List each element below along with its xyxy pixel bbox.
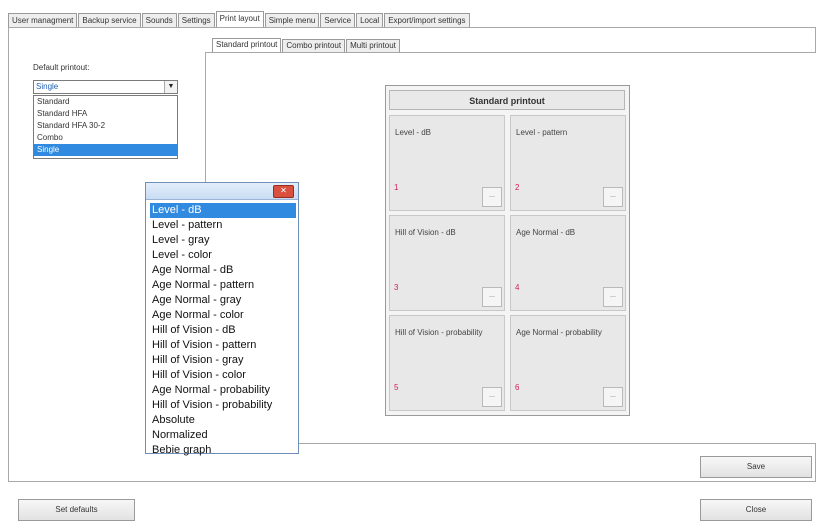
slot-browse-button[interactable]: ... <box>603 287 623 307</box>
set-defaults-button[interactable]: Set defaults <box>18 499 135 521</box>
printout-element-picker: ✕ Level - dB Level - pattern Level - gra… <box>145 182 299 456</box>
slot-browse-button[interactable]: ... <box>482 287 502 307</box>
dropdown-option-selected[interactable]: Single <box>34 144 177 156</box>
slot-number: 5 <box>394 383 399 392</box>
slot-number: 6 <box>515 383 520 392</box>
printout-tab-strip: Standard printout Combo printout Multi p… <box>212 38 401 53</box>
tab-multi-printout[interactable]: Multi printout <box>346 39 400 52</box>
layout-slot-2[interactable]: Level - pattern 2 ... <box>510 115 626 211</box>
layout-slot-4[interactable]: Age Normal - dB 4 ... <box>510 215 626 311</box>
slot-number: 1 <box>394 183 399 192</box>
list-item[interactable]: Hill of Vision - color <box>150 368 296 383</box>
tab-export-import-settings[interactable]: Export/import settings <box>384 13 470 28</box>
layout-slot-1[interactable]: Level - dB 1 ... <box>389 115 505 211</box>
printout-layout-title: Standard printout <box>389 90 625 110</box>
list-item[interactable]: Age Normal - pattern <box>150 278 296 293</box>
list-item[interactable]: Age Normal - color <box>150 308 296 323</box>
tab-service[interactable]: Service <box>320 13 356 28</box>
slot-number: 2 <box>515 183 520 192</box>
slot-name: Level - dB <box>395 128 432 137</box>
slot-name: Hill of Vision - dB <box>395 228 456 237</box>
tab-user-management[interactable]: User managment <box>8 13 78 28</box>
dropdown-option[interactable]: Standard HFA <box>34 108 177 120</box>
list-item[interactable]: Absolute <box>150 413 296 428</box>
slot-name: Age Normal - dB <box>516 228 576 237</box>
tab-standard-printout[interactable]: Standard printout <box>212 38 282 53</box>
slot-number: 4 <box>515 283 520 292</box>
list-item-selected[interactable]: Level - dB <box>150 203 296 218</box>
list-item[interactable]: Age Normal - gray <box>150 293 296 308</box>
list-item[interactable]: Level - gray <box>150 233 296 248</box>
list-item[interactable]: Hill of Vision - dB <box>150 323 296 338</box>
slot-name: Age Normal - probability <box>516 328 602 337</box>
list-item[interactable]: Bebie graph <box>150 443 296 458</box>
close-icon[interactable]: ✕ <box>273 185 294 198</box>
tab-combo-printout[interactable]: Combo printout <box>282 39 346 52</box>
dropdown-option[interactable]: Standard HFA 30-2 <box>34 120 177 132</box>
list-item[interactable]: Age Normal - probability <box>150 383 296 398</box>
slot-browse-button[interactable]: ... <box>482 187 502 207</box>
tab-settings[interactable]: Settings <box>177 13 215 28</box>
close-button[interactable]: Close <box>700 499 812 521</box>
tab-backup-service[interactable]: Backup service <box>78 13 141 28</box>
list-item[interactable]: Normalized <box>150 428 296 443</box>
tab-sounds[interactable]: Sounds <box>141 13 177 28</box>
list-item[interactable]: Age Normal - dB <box>150 263 296 278</box>
layout-slot-6[interactable]: Age Normal - probability 6 ... <box>510 315 626 411</box>
layout-slot-5[interactable]: Hill of Vision - probability 5 ... <box>389 315 505 411</box>
slot-browse-button[interactable]: ... <box>482 387 502 407</box>
default-printout-options: Standard Standard HFA Standard HFA 30-2 … <box>33 95 178 159</box>
main-tab-strip: User managment Backup service Sounds Set… <box>8 10 471 29</box>
list-item[interactable]: Level - color <box>150 248 296 263</box>
tab-local[interactable]: Local <box>356 13 384 28</box>
list-item[interactable]: Hill of Vision - probability <box>150 398 296 413</box>
slot-name: Level - pattern <box>516 128 568 137</box>
picker-titlebar[interactable]: ✕ <box>146 183 298 200</box>
layout-slot-3[interactable]: Hill of Vision - dB 3 ... <box>389 215 505 311</box>
dropdown-option[interactable]: Standard <box>34 96 177 108</box>
slot-browse-button[interactable]: ... <box>603 187 623 207</box>
list-item[interactable]: Hill of Vision - gray <box>150 353 296 368</box>
slot-browse-button[interactable]: ... <box>603 387 623 407</box>
save-button[interactable]: Save <box>700 456 812 478</box>
default-printout-dropdown[interactable]: Single ▼ <box>33 80 178 94</box>
picker-list: Level - dB Level - pattern Level - gray … <box>150 203 296 458</box>
chevron-down-icon[interactable]: ▼ <box>164 81 177 93</box>
list-item[interactable]: Hill of Vision - pattern <box>150 338 296 353</box>
list-item[interactable]: Level - pattern <box>150 218 296 233</box>
slot-number: 3 <box>394 283 399 292</box>
default-printout-label: Default printout: <box>33 63 90 72</box>
tab-simple-menu[interactable]: Simple menu <box>264 13 320 28</box>
default-printout-value: Single <box>36 82 59 91</box>
slot-name: Hill of Vision - probability <box>395 328 483 337</box>
dropdown-option[interactable]: Combo <box>34 132 177 144</box>
